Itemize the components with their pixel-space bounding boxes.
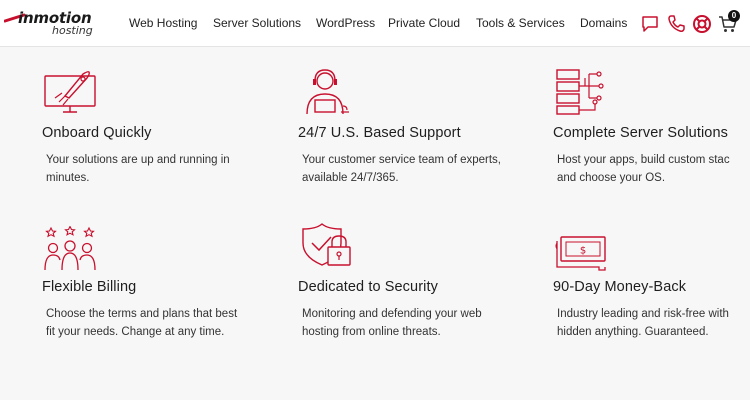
- feature-desc-onboard-line2: minutes.: [46, 172, 90, 184]
- feature-desc-money-line1: Industry leading and risk-free with: [557, 308, 729, 320]
- support-agent-icon: [306, 69, 349, 115]
- svg-text:$: $: [580, 246, 586, 257]
- chat-icon[interactable]: [640, 14, 660, 34]
- inmotion-hosting-logo[interactable]: inmotion hosting: [4, 9, 104, 39]
- phone-icon[interactable]: [666, 14, 686, 34]
- feature-title-billing: Flexible Billing: [42, 279, 137, 295]
- shield-lock-icon: [302, 223, 351, 266]
- feature-title-onboard: Onboard Quickly: [42, 125, 152, 141]
- feature-desc-server-line2: and choose your OS.: [557, 172, 666, 184]
- nav-server-solutions[interactable]: Server Solutions: [213, 0, 301, 47]
- logo-subtext: hosting: [52, 24, 93, 37]
- support-lifebuoy-icon[interactable]: [692, 14, 712, 34]
- people-stars-icon: [44, 226, 96, 271]
- nav-wordpress[interactable]: WordPress: [316, 0, 375, 47]
- feature-desc-billing-line1: Choose the terms and plans that best: [46, 308, 238, 320]
- server-network-icon: [556, 69, 604, 115]
- cart-count-badge: 0: [728, 10, 740, 22]
- feature-title-money-back: 90-Day Money-Back: [553, 279, 687, 295]
- feature-desc-support-line2: available 24/7/365.: [302, 172, 399, 184]
- nav-web-hosting[interactable]: Web Hosting: [129, 0, 197, 47]
- feature-desc-onboard-line1: Your solutions are up and running in: [46, 154, 230, 166]
- feature-desc-support-line1: Your customer service team of experts,: [302, 154, 501, 166]
- feature-desc-security-line1: Monitoring and defending your web: [302, 308, 482, 320]
- money-bill-icon: $: [555, 236, 606, 271]
- rocket-monitor-icon: [44, 71, 96, 113]
- feature-desc-security-line2: hosting from online threats.: [302, 326, 441, 338]
- feature-title-security: Dedicated to Security: [298, 279, 438, 295]
- site-header: inmotion hosting Web Hosting Server Solu…: [0, 0, 750, 47]
- nav-tools-services[interactable]: Tools & Services: [476, 0, 565, 47]
- feature-desc-server-line1: Host your apps, build custom stac: [557, 154, 730, 166]
- feature-title-support: 24/7 U.S. Based Support: [298, 125, 461, 141]
- nav-domains[interactable]: Domains: [580, 0, 627, 47]
- nav-private-cloud[interactable]: Private Cloud: [388, 0, 460, 47]
- feature-desc-money-line2: hidden anything. Guaranteed.: [557, 326, 709, 338]
- feature-title-server-solutions: Complete Server Solutions: [553, 125, 728, 141]
- feature-desc-billing-line2: fit your needs. Change at any time.: [46, 326, 225, 338]
